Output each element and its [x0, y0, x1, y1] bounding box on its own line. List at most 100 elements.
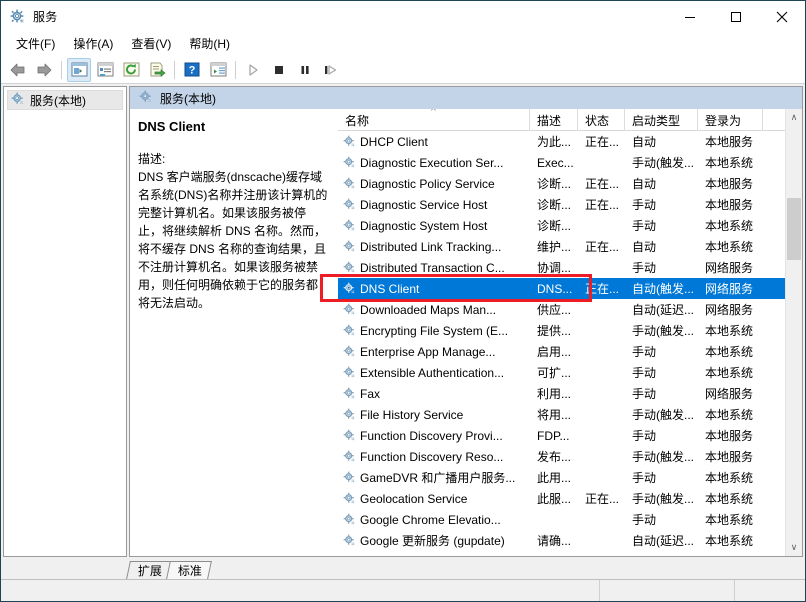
- service-row[interactable]: File History Service将用...手动(触发...本地系统: [338, 404, 802, 425]
- view-tabs: 扩展 标准: [1, 559, 805, 579]
- detail-description-text: DNS 客户端服务(dnscache)缓存域名系统(DNS)名称并注册该计算机的…: [138, 168, 329, 312]
- service-row[interactable]: Google Chrome Elevatio...手动本地系统: [338, 509, 802, 530]
- service-name-text: Extensible Authentication...: [360, 366, 504, 380]
- service-row[interactable]: Distributed Transaction C...协调...手动网络服务: [338, 257, 802, 278]
- tab-standard[interactable]: 标准: [166, 561, 212, 579]
- maximize-button[interactable]: [713, 1, 759, 32]
- service-row[interactable]: DNS ClientDNS...正在...自动(触发...网络服务: [338, 278, 802, 299]
- service-row[interactable]: Diagnostic Execution Ser...Exec...手动(触发.…: [338, 152, 802, 173]
- scrollbar-thumb[interactable]: [787, 198, 801, 260]
- main-body: 服务(本地) 服务(本地): [1, 84, 805, 559]
- service-row[interactable]: Downloaded Maps Man...供应...自动(延迟...网络服务: [338, 299, 802, 320]
- service-cell-name: Diagnostic Policy Service: [338, 177, 530, 191]
- service-cell-startup-type: 手动(触发...: [625, 322, 698, 339]
- help-icon[interactable]: ?: [180, 58, 204, 82]
- service-gear-icon: [343, 177, 356, 190]
- tab-extended[interactable]: 扩展: [126, 561, 172, 579]
- service-cell-description: 诊断...: [530, 217, 578, 234]
- close-button[interactable]: [759, 1, 805, 32]
- properties-icon[interactable]: [93, 58, 117, 82]
- console-tree-pane: 服务(本地): [3, 86, 127, 557]
- menu-file[interactable]: 文件(F): [7, 34, 64, 55]
- service-cell-name: GameDVR 和广播用户服务...: [338, 469, 530, 486]
- service-cell-log-on-as: 网络服务: [698, 280, 763, 297]
- column-startup-type[interactable]: 启动类型: [625, 109, 698, 131]
- menu-help[interactable]: 帮助(H): [180, 34, 239, 55]
- column-name[interactable]: 名称^: [338, 109, 530, 131]
- service-row[interactable]: Encrypting File System (E...提供...手动(触发..…: [338, 320, 802, 341]
- service-row[interactable]: Diagnostic Policy Service诊断...正在...自动本地服…: [338, 173, 802, 194]
- service-cell-description: 启用...: [530, 343, 578, 360]
- service-cell-status: 正在...: [578, 133, 625, 150]
- service-name-text: Diagnostic Policy Service: [360, 177, 495, 191]
- minimize-button[interactable]: [667, 1, 713, 32]
- service-row[interactable]: Distributed Link Tracking...维护...正在...自动…: [338, 236, 802, 257]
- menu-view[interactable]: 查看(V): [122, 34, 180, 55]
- service-gear-icon: [343, 450, 356, 463]
- show-action-pane-icon[interactable]: [206, 58, 230, 82]
- service-row[interactable]: DHCP Client为此...正在...自动本地服务: [338, 131, 802, 152]
- service-name-text: Distributed Transaction C...: [360, 261, 505, 275]
- export-list-icon[interactable]: [145, 58, 169, 82]
- service-cell-description: 维护...: [530, 238, 578, 255]
- service-cell-log-on-as: 网络服务: [698, 301, 763, 318]
- service-cell-status: 正在...: [578, 280, 625, 297]
- status-cell-2: [600, 580, 735, 601]
- restart-service-icon[interactable]: [319, 58, 343, 82]
- show-hide-console-tree-icon[interactable]: [67, 58, 91, 82]
- service-cell-log-on-as: 本地系统: [698, 532, 763, 549]
- service-cell-status: 正在...: [578, 196, 625, 213]
- stop-service-icon[interactable]: [267, 58, 291, 82]
- service-cell-startup-type: 自动: [625, 238, 698, 255]
- service-row[interactable]: Google 更新服务 (gupdate)请确...自动(延迟...本地系统: [338, 530, 802, 551]
- service-row[interactable]: Diagnostic System Host诊断...手动本地系统: [338, 215, 802, 236]
- service-cell-description: 为此...: [530, 133, 578, 150]
- service-cell-name: Function Discovery Provi...: [338, 429, 530, 443]
- scrollbar-track[interactable]: [786, 126, 802, 539]
- service-cell-startup-type: 手动: [625, 217, 698, 234]
- forward-arrow-icon[interactable]: [32, 58, 56, 82]
- service-name-text: DNS Client: [360, 282, 419, 296]
- service-cell-description: 此用...: [530, 469, 578, 486]
- service-cell-startup-type: 手动(触发...: [625, 448, 698, 465]
- service-cell-startup-type: 手动: [625, 364, 698, 381]
- service-name-text: Downloaded Maps Man...: [360, 303, 496, 317]
- column-log-on-as[interactable]: 登录为: [698, 109, 763, 131]
- service-cell-startup-type: 手动: [625, 343, 698, 360]
- service-cell-description: Exec...: [530, 156, 578, 170]
- service-row[interactable]: Function Discovery Provi...FDP...手动本地服务: [338, 425, 802, 446]
- service-row[interactable]: Enterprise App Manage...启用...手动本地系统: [338, 341, 802, 362]
- service-cell-startup-type: 手动: [625, 385, 698, 402]
- service-gear-icon: [343, 282, 356, 295]
- start-service-icon[interactable]: [241, 58, 265, 82]
- refresh-icon[interactable]: [119, 58, 143, 82]
- service-row[interactable]: Diagnostic Service Host诊断...正在...手动本地服务: [338, 194, 802, 215]
- service-name-text: DHCP Client: [360, 135, 428, 149]
- status-cell-3: [735, 580, 805, 601]
- service-row[interactable]: GameDVR 和广播用户服务...此用...手动本地系统: [338, 467, 802, 488]
- service-cell-startup-type: 自动(延迟...: [625, 301, 698, 318]
- vertical-scrollbar[interactable]: ∧ ∨: [785, 109, 802, 556]
- back-arrow-icon[interactable]: [6, 58, 30, 82]
- scroll-up-arrow-icon[interactable]: ∧: [786, 109, 802, 126]
- tab-standard-label: 标准: [178, 562, 202, 579]
- service-cell-description: 此服...: [530, 490, 578, 507]
- service-cell-log-on-as: 本地系统: [698, 364, 763, 381]
- results-pane-title: 服务(本地): [160, 90, 216, 107]
- service-row[interactable]: Function Discovery Reso...发布...手动(触发...本…: [338, 446, 802, 467]
- service-row[interactable]: Extensible Authentication...可扩...手动本地系统: [338, 362, 802, 383]
- tree-item-services-local[interactable]: 服务(本地): [7, 90, 123, 110]
- service-cell-name: Distributed Link Tracking...: [338, 240, 530, 254]
- service-name-text: Distributed Link Tracking...: [360, 240, 501, 254]
- scroll-down-arrow-icon[interactable]: ∨: [786, 539, 802, 556]
- pause-service-icon[interactable]: [293, 58, 317, 82]
- column-status[interactable]: 状态: [578, 109, 625, 131]
- service-cell-name: Geolocation Service: [338, 492, 530, 506]
- service-row[interactable]: Geolocation Service此服...正在...手动(触发...本地系…: [338, 488, 802, 509]
- service-row[interactable]: Fax利用...手动网络服务: [338, 383, 802, 404]
- services-list-rows: DHCP Client为此...正在...自动本地服务Diagnostic Ex…: [338, 131, 802, 556]
- menu-action[interactable]: 操作(A): [64, 34, 122, 55]
- column-description[interactable]: 描述: [530, 109, 578, 131]
- detail-description-label: 描述:: [138, 150, 329, 168]
- column-log-on-as-label: 登录为: [705, 112, 741, 129]
